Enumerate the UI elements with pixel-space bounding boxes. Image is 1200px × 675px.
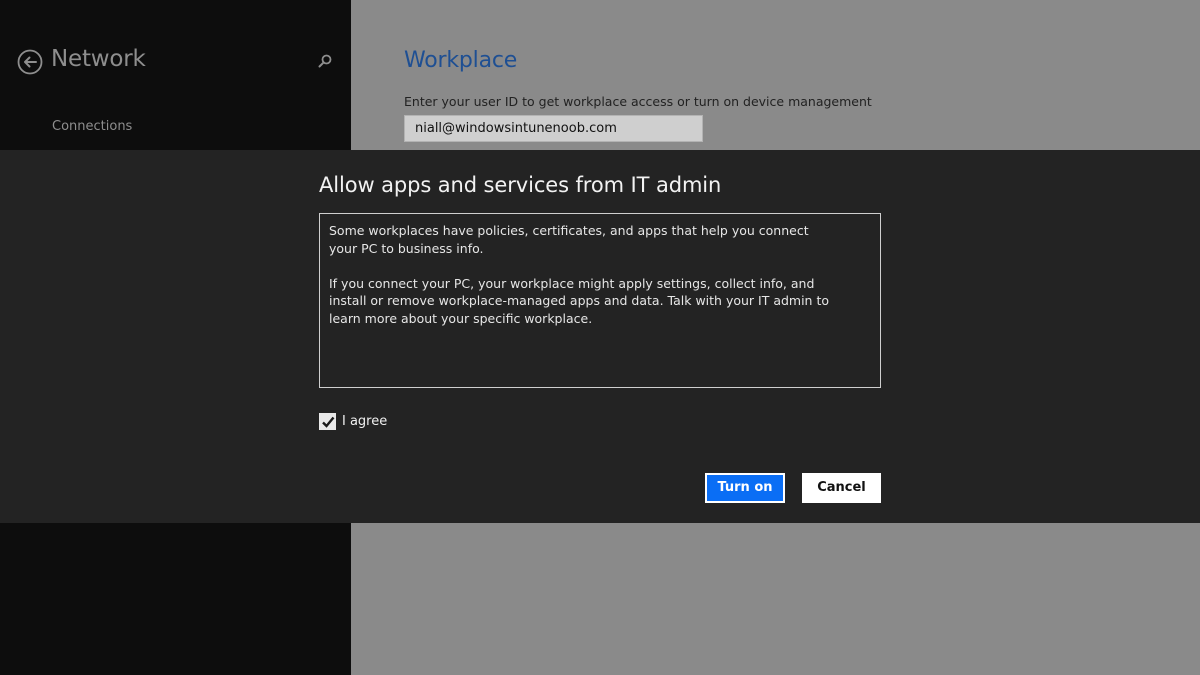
user-id-description: Enter your user ID to get workplace acce… (404, 94, 872, 109)
dialog-info-text-box[interactable]: Some workplaces have policies, certifica… (319, 213, 881, 388)
search-icon[interactable] (317, 53, 335, 71)
user-id-input[interactable]: niall@windowsintunenoob.com (404, 115, 703, 142)
page-title: Workplace (404, 48, 518, 73)
checkmark-icon (322, 416, 335, 428)
sidebar-title: Network (51, 46, 146, 72)
agree-checkbox[interactable] (319, 413, 336, 430)
dialog-title: Allow apps and services from IT admin (319, 173, 722, 197)
back-arrow-icon[interactable] (17, 49, 43, 75)
turn-on-button[interactable]: Turn on (705, 473, 785, 503)
sidebar-item-connections[interactable]: Connections (52, 119, 132, 134)
dialog-paragraph: If you connect your PC, your workplace m… (329, 275, 830, 326)
it-admin-dialog: Allow apps and services from IT admin So… (0, 150, 1200, 523)
cancel-button[interactable]: Cancel (802, 473, 881, 503)
agree-label: I agree (342, 414, 388, 429)
dialog-paragraph: Some workplaces have policies, certifica… (329, 223, 809, 256)
